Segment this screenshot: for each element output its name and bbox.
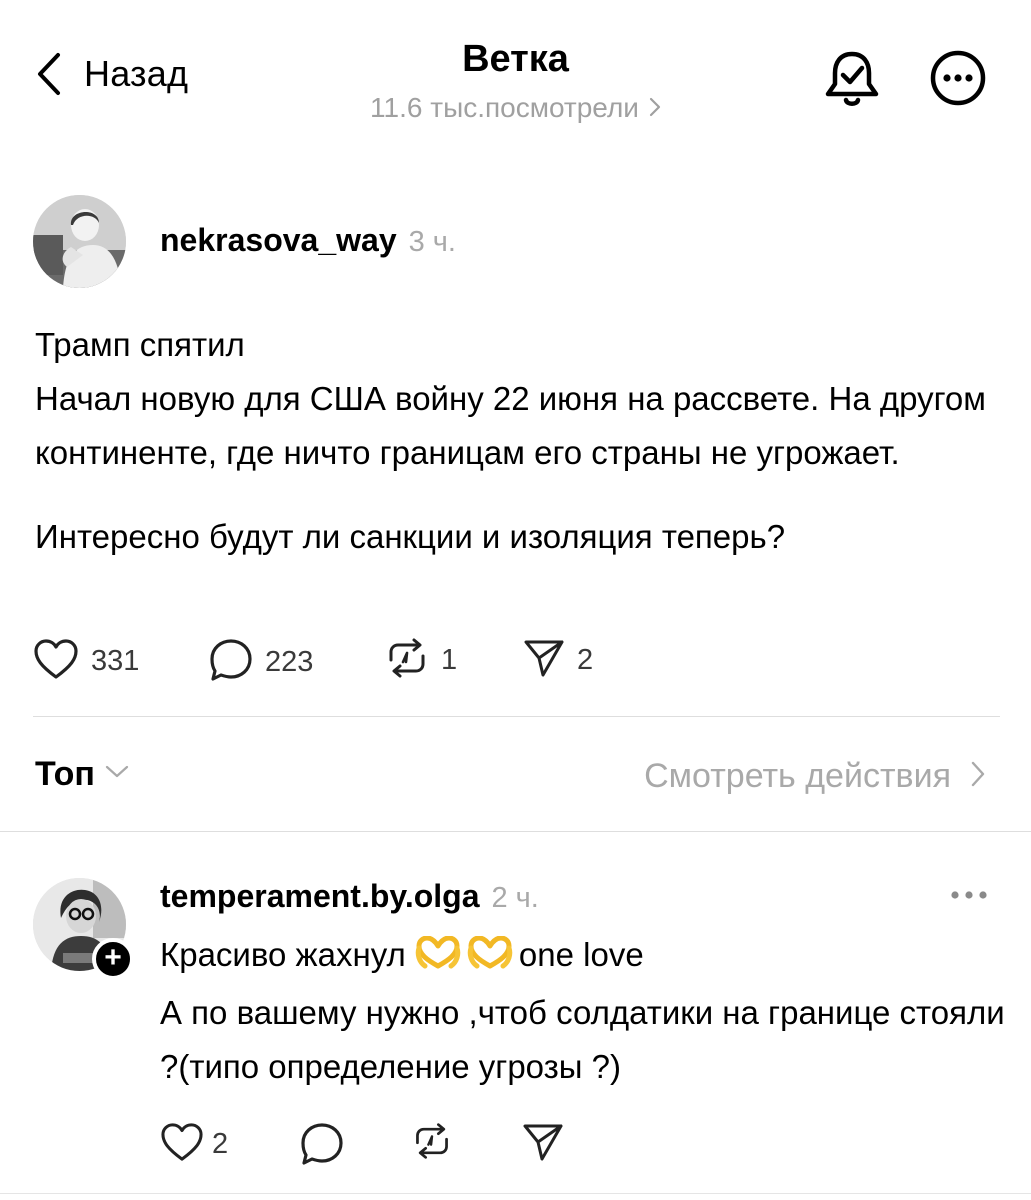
notifications-button[interactable]	[822, 48, 882, 115]
username[interactable]: temperament.by.olga	[160, 878, 479, 915]
post-time: 3 ч.	[408, 226, 456, 258]
heart-hands-emoji	[467, 932, 513, 986]
top-bar: Назад Ветка 11.6 тыс.посмотрели	[0, 0, 1031, 150]
repost-button[interactable]	[412, 1122, 452, 1165]
comment-count: 223	[265, 646, 314, 678]
sort-dropdown[interactable]: Топ	[35, 755, 129, 794]
repost-icon	[412, 1122, 452, 1165]
share-button[interactable]: 2	[523, 638, 593, 683]
like-button[interactable]: 331	[33, 638, 139, 685]
reply-author: temperament.by.olga 2 ч.	[160, 878, 539, 915]
like-button[interactable]: 2	[160, 1122, 228, 1167]
comment-icon	[209, 638, 253, 687]
repost-button[interactable]: 1	[385, 638, 457, 683]
more-options-button[interactable]	[929, 49, 987, 112]
chevron-right-icon	[951, 757, 985, 796]
like-count: 331	[91, 645, 140, 677]
reply-line1-text: Красиво жахнул	[160, 936, 406, 973]
comment-button[interactable]	[300, 1122, 344, 1171]
more-circle-icon	[929, 50, 987, 111]
comment-icon	[300, 1122, 344, 1171]
reply-line1-suffix: one love	[518, 936, 644, 973]
username[interactable]: nekrasova_way	[160, 222, 397, 259]
view-activity-link[interactable]: Смотреть действия	[644, 757, 985, 796]
post-paragraph: Интересно будут ли санкции и изоляция те…	[35, 518, 786, 555]
reply-body: Красиво жахнул one love А по вашему нужн…	[160, 928, 1010, 1094]
sort-label: Топ	[35, 755, 95, 793]
chevron-right-icon	[639, 92, 661, 124]
views-link[interactable]: 11.6 тыс.посмотрели	[370, 92, 661, 124]
reply-line: А по вашему нужно ,чтоб солдатики на гра…	[160, 994, 1005, 1085]
replies-header: Топ Смотреть действия	[0, 717, 1031, 831]
divider	[0, 1193, 1031, 1194]
send-icon	[522, 1122, 564, 1167]
chevron-down-icon	[95, 765, 129, 784]
repost-icon	[385, 638, 429, 683]
heart-icon	[33, 638, 79, 685]
reply-post: + temperament.by.olga 2 ч. Красиво жахну…	[0, 832, 1031, 1200]
post-author: nekrasova_way 3 ч.	[160, 222, 456, 259]
reply-time: 2 ч.	[491, 882, 539, 914]
heart-icon	[160, 1122, 204, 1167]
reply-line: Красиво жахнул one love	[160, 928, 1010, 986]
more-dots-icon	[950, 887, 988, 904]
post-body: Трамп спятил Начал новую для США войну 2…	[35, 318, 1005, 564]
like-count: 2	[212, 1128, 229, 1160]
views-text: 11.6 тыс.посмотрели	[370, 92, 639, 123]
post-paragraph: Трамп спятил	[35, 326, 245, 363]
send-icon	[523, 638, 565, 683]
share-count: 2	[577, 644, 594, 676]
plus-icon: +	[104, 941, 122, 974]
reply-more-button[interactable]	[950, 887, 988, 905]
avatar[interactable]	[33, 195, 126, 288]
comment-button[interactable]: 223	[209, 638, 313, 687]
post-paragraph: Начал новую для США войну 22 июня на рас…	[35, 380, 986, 471]
bell-check-icon	[822, 51, 882, 114]
heart-hands-emoji	[415, 932, 461, 986]
share-button[interactable]	[522, 1122, 564, 1167]
view-activity-label: Смотреть действия	[644, 757, 951, 795]
follow-button[interactable]: +	[92, 938, 134, 980]
repost-count: 1	[441, 644, 458, 676]
